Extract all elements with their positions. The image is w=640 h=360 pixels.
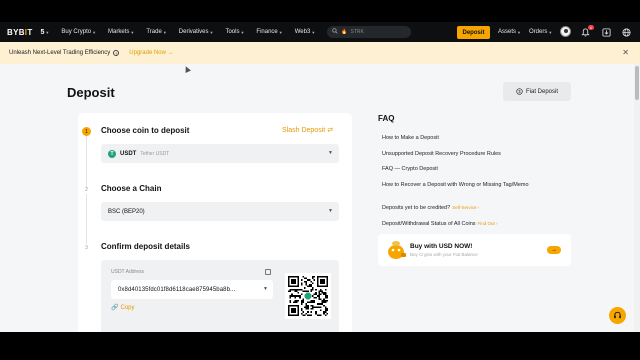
copy-icon[interactable] — [265, 269, 271, 275]
link-icon: 🔗 — [111, 305, 119, 311]
search-placeholder: STRK — [350, 29, 364, 35]
address-label: USDT Address — [111, 269, 144, 275]
chevron-down-icon: ▼ — [517, 29, 521, 35]
download-icon[interactable] — [601, 27, 611, 37]
deposit-form-card: 1 Choose coin to deposit Slash Deposit ⇄… — [78, 113, 352, 332]
step-connector — [86, 136, 87, 188]
coin-select[interactable]: T USDT Tether USDT ▼ — [101, 144, 339, 163]
deposit-button[interactable]: Deposit — [457, 26, 490, 39]
step-1-number: 1 — [82, 127, 91, 136]
nav-tools[interactable]: Tools ▼ — [225, 29, 244, 35]
chevron-down-icon: ▼ — [45, 29, 50, 35]
screen: BYBIT 5 ▼ Buy Crypto ▼ Markets ▼ Trade ▼ Der… — [0, 0, 640, 360]
nav-orders[interactable]: Orders ▼ — [529, 29, 552, 35]
scrollbar[interactable] — [634, 64, 640, 332]
chevron-down-icon: ▼ — [548, 29, 553, 35]
chevron-down-icon: ▼ — [162, 29, 167, 35]
chevron-down-icon: ▼ — [209, 29, 214, 35]
chevron-down-icon: ▼ — [328, 208, 333, 214]
deposit-details-box: USDT Address 0x8d40135fdc01f8d6118cae875… — [101, 260, 339, 332]
step-2-title: Choose a Chain — [101, 184, 162, 193]
nav-markets[interactable]: Markets ▼ — [108, 29, 134, 35]
arrow-right-icon[interactable]: → — [547, 246, 561, 254]
chevron-down-icon: ▼ — [240, 29, 245, 35]
find-out-link[interactable]: Find Out › — [478, 221, 498, 226]
avatar[interactable] — [560, 26, 571, 37]
nav-derivatives[interactable]: Derivatives ▼ — [179, 29, 214, 35]
faq-link[interactable]: How to Recover a Deposit with Wrong or M… — [382, 182, 529, 188]
self-service-link[interactable]: Self-Service › — [452, 205, 479, 210]
step-connector — [86, 194, 87, 244]
notification-badge: 8 — [588, 25, 594, 30]
slash-deposit-link[interactable]: Slash Deposit ⇄ — [282, 126, 334, 135]
help-icon[interactable]: ? — [113, 50, 120, 56]
globe-icon[interactable] — [621, 27, 631, 37]
nav-trade[interactable]: Trade ▼ — [146, 29, 166, 35]
upgrade-now-link[interactable]: Upgrade Now → — [129, 50, 173, 56]
chevron-down-icon: ▼ — [311, 29, 316, 35]
copy-address-button[interactable]: 🔗 Copy — [111, 304, 135, 312]
chain-select[interactable]: BSC (BEP20) ▼ — [101, 202, 339, 221]
chevron-down-icon: ▼ — [328, 150, 333, 156]
mascot-illustration — [388, 241, 406, 259]
page-title: Deposit — [67, 85, 115, 100]
chevron-down-icon: ▼ — [278, 29, 283, 35]
scrollbar-thumb[interactable] — [635, 66, 639, 100]
bybit-logo[interactable]: BYBIT — [7, 28, 33, 37]
banner-text: Unleash Next-Level Trading Efficiency ? — [9, 50, 120, 56]
buy-usd-promo[interactable]: Buy with USD NOW! Buy Crypto with your F… — [378, 234, 571, 266]
promo-title: Buy with USD NOW! — [410, 243, 473, 250]
deposit-address-field[interactable]: 0x8d40135fdc01f8d6118cae875945ba8b... ▼ — [111, 280, 273, 299]
headset-icon — [614, 311, 621, 319]
search-input[interactable]: 🔥 STRK — [327, 26, 412, 38]
hot-icon: 🔥 — [341, 29, 348, 35]
promo-subtitle: Buy Crypto with your Fiat Balance — [410, 252, 478, 257]
chevron-down-icon: ▼ — [262, 286, 268, 292]
fiat-deposit-button[interactable]: $ Fiat Deposit — [503, 82, 571, 101]
faq-link[interactable]: Unsupported Deposit Recovery Procedure R… — [382, 151, 501, 157]
step-3-number: 3 — [85, 244, 88, 251]
step-3-title: Confirm deposit details — [101, 242, 190, 251]
faq-link[interactable]: FAQ — Crypto Deposit — [382, 166, 438, 172]
nav-assets[interactable]: Assets ▼ — [498, 29, 521, 35]
chevron-down-icon: ▼ — [92, 29, 97, 35]
chain-value: BSC (BEP20) — [108, 208, 145, 215]
upgrade-banner: Unleash Next-Level Trading Efficiency ? … — [0, 42, 640, 64]
step-1-title: Choose coin to deposit — [101, 126, 190, 135]
nav-web3[interactable]: Web3 ▼ — [295, 29, 316, 35]
uncredited-deposit-item: Deposits yet to be credited? Self-Service… — [382, 205, 480, 211]
main-content: Deposit $ Fiat Deposit 1 Choose coin to … — [0, 64, 640, 332]
top-navigation-bar: BYBIT 5 ▼ Buy Crypto ▼ Markets ▼ Trade ▼ Der… — [0, 22, 640, 42]
nav-buy-crypto[interactable]: Buy Crypto ▼ — [61, 29, 96, 35]
support-chat-button[interactable] — [609, 307, 626, 324]
step-2-number: 2 — [85, 186, 88, 193]
arrow-right-icon: → — [167, 50, 174, 56]
close-icon[interactable]: ✕ — [622, 48, 629, 57]
coin-status-item: Deposit/Withdrawal Status of All Coins Fi… — [382, 221, 498, 227]
chevron-down-icon: ▼ — [130, 29, 135, 35]
faq-link[interactable]: How to Make a Deposit — [382, 135, 439, 141]
svg-text:$: $ — [518, 89, 521, 94]
qr-code — [285, 273, 331, 319]
search-icon — [332, 28, 338, 36]
fiat-icon: $ — [516, 88, 523, 95]
usdt-coin-icon: T — [108, 149, 116, 158]
swap-icon: ⇄ — [327, 127, 334, 134]
nav-finance[interactable]: Finance ▼ — [256, 29, 282, 35]
coin-symbol: USDT — [120, 150, 137, 157]
faq-title: FAQ — [378, 114, 395, 123]
anniversary-badge[interactable]: 5 ▼ — [41, 29, 50, 36]
coin-name: Tether USDT — [140, 150, 170, 157]
